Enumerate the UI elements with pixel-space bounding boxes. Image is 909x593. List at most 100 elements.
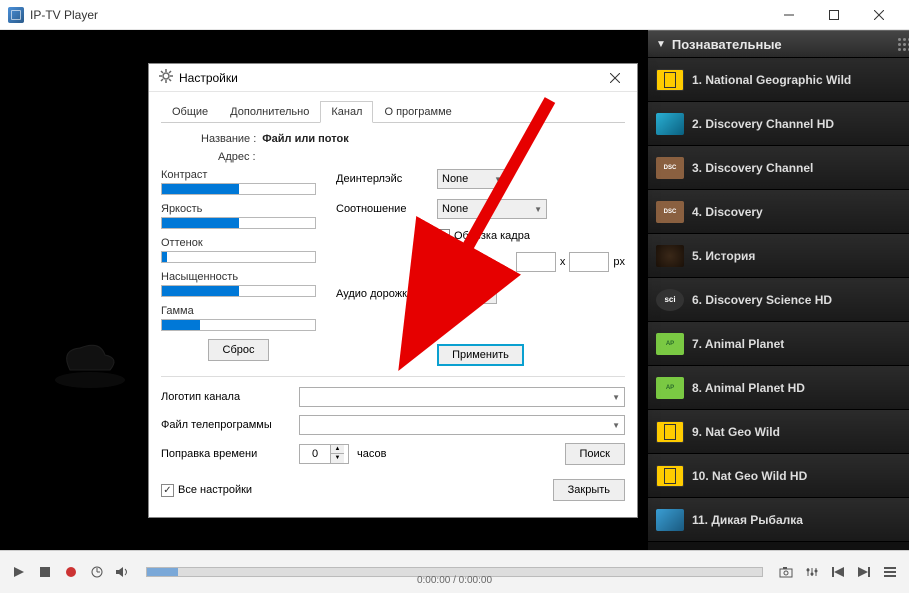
prev-button[interactable] <box>827 561 849 583</box>
spin-up[interactable]: ▲ <box>331 445 344 454</box>
channel-label: 9. Nat Geo Wild <box>692 425 780 439</box>
minimize-button[interactable] <box>766 0 811 30</box>
camera-icon <box>779 566 793 578</box>
settings2-button[interactable] <box>801 561 823 583</box>
channel-logo <box>656 509 684 531</box>
snapshot-button[interactable] <box>775 561 797 583</box>
search-button[interactable]: Поиск <box>565 443 625 465</box>
playback-controls: 0:00:00 / 0:00:00 <box>0 550 909 593</box>
channel-logo: AP <box>656 333 684 355</box>
stop-button[interactable] <box>34 561 56 583</box>
minimize-icon <box>784 10 794 20</box>
channel-item[interactable]: 10. Nat Geo Wild HD <box>648 454 909 498</box>
channel-logo: DSC <box>656 157 684 179</box>
channel-logo: sci <box>656 289 684 311</box>
channel-item[interactable]: 2. Discovery Channel HD <box>648 102 909 146</box>
hue-label: Оттенок <box>161 237 316 249</box>
channel-item[interactable]: AP8. Animal Planet HD <box>648 366 909 410</box>
prev-icon <box>832 567 844 577</box>
video-placeholder-icon <box>50 330 130 393</box>
logo-select[interactable]: ▼ <box>299 387 625 407</box>
close-button[interactable] <box>856 0 901 30</box>
channel-item[interactable]: 11. Дикая Рыбалка <box>648 498 909 542</box>
spin-down[interactable]: ▼ <box>331 454 344 463</box>
crop-checkbox[interactable]: Обрезка кадра <box>437 229 530 242</box>
all-settings-checkbox[interactable]: ✓ Все настройки <box>161 484 252 497</box>
ratio-label: Соотношение <box>336 203 431 215</box>
next-button[interactable] <box>853 561 875 583</box>
audio-track-select[interactable]: ▼ <box>437 284 497 304</box>
close-icon <box>610 73 620 83</box>
list-icon <box>884 567 896 577</box>
channel-logo <box>656 465 684 487</box>
crop-width-input[interactable] <box>516 252 556 272</box>
record-button[interactable] <box>60 561 82 583</box>
volume-button[interactable] <box>112 561 134 583</box>
tab-общие[interactable]: Общие <box>161 101 219 123</box>
audio-track-label: Аудио дорожка <box>336 288 431 300</box>
epg-label: Файл телепрограммы <box>161 419 291 431</box>
sidebar-header[interactable]: ▼ Познавательные <box>648 30 909 58</box>
maximize-button[interactable] <box>811 0 856 30</box>
address-label: Адрес : <box>218 151 256 163</box>
channel-list[interactable]: 1. National Geographic Wild 2. Discovery … <box>648 58 909 550</box>
channel-label: 10. Nat Geo Wild HD <box>692 469 807 483</box>
contrast-slider[interactable] <box>161 183 316 195</box>
brightness-slider[interactable] <box>161 217 316 229</box>
gamma-label: Гамма <box>161 305 316 317</box>
channel-item[interactable]: sci 6. Discovery Science HD <box>648 278 909 322</box>
channel-item[interactable]: DSC3. Discovery Channel <box>648 146 909 190</box>
deinterlace-label: Деинтерлэйс <box>336 173 431 185</box>
saturation-slider[interactable] <box>161 285 316 297</box>
channel-logo <box>656 69 684 91</box>
playlist-button[interactable] <box>879 561 901 583</box>
apply-button[interactable]: Применить <box>437 344 524 366</box>
channel-label: 11. Дикая Рыбалка <box>692 513 803 527</box>
close-dialog-button[interactable]: Закрыть <box>553 479 625 501</box>
contrast-label: Контраст <box>161 169 316 181</box>
dialog-close-button[interactable] <box>603 66 627 90</box>
channel-item[interactable]: 5. История <box>648 234 909 278</box>
play-button[interactable] <box>8 561 30 583</box>
name-label: Название : <box>201 133 256 145</box>
channel-label: 5. История <box>692 249 755 263</box>
channel-sidebar: ▼ Познавательные 1. National Geographic … <box>648 30 909 550</box>
channel-logo <box>656 113 684 135</box>
schedule-button[interactable] <box>86 561 108 583</box>
channel-item[interactable]: 1. National Geographic Wild <box>648 58 909 102</box>
tab-дополнительно[interactable]: Дополнительно <box>219 101 320 123</box>
channel-label: 6. Discovery Science HD <box>692 293 832 307</box>
crop-height-input[interactable] <box>569 252 609 272</box>
drag-handle-icon[interactable] <box>898 38 901 51</box>
dialog-tabs: ОбщиеДополнительноКаналО программе <box>161 100 625 123</box>
channel-label: 7. Animal Planet <box>692 337 784 351</box>
px-x: x <box>560 256 566 268</box>
channel-item[interactable]: DSC4. Discovery <box>648 190 909 234</box>
dialog-titlebar: Настройки <box>149 64 637 92</box>
channel-label: 4. Discovery <box>692 205 763 219</box>
tab-канал[interactable]: Канал <box>320 101 373 123</box>
time-offset-input[interactable] <box>300 448 330 460</box>
next-icon <box>858 567 870 577</box>
channel-item[interactable]: 9. Nat Geo Wild <box>648 410 909 454</box>
channel-item[interactable]: AP 7. Animal Planet <box>648 322 909 366</box>
epg-select[interactable]: ▼ <box>299 415 625 435</box>
dialog-title: Настройки <box>179 71 238 85</box>
gear-icon <box>159 69 173 86</box>
channel-label: 8. Animal Planet HD <box>692 381 805 395</box>
saturation-label: Насыщенность <box>161 271 316 283</box>
maximize-icon <box>829 10 839 20</box>
brightness-label: Яркость <box>161 203 316 215</box>
progress-fill <box>147 568 178 576</box>
window-buttons <box>766 0 901 30</box>
clock-icon <box>91 566 103 578</box>
tab-о программе[interactable]: О программе <box>373 101 462 123</box>
deinterlace-select[interactable]: None▼ <box>437 169 507 189</box>
time-offset-spinner[interactable]: ▲▼ <box>299 444 349 464</box>
channel-label: 2. Discovery Channel HD <box>692 117 834 131</box>
hue-slider[interactable] <box>161 251 316 263</box>
gamma-slider[interactable] <box>161 319 316 331</box>
ratio-select[interactable]: None▼ <box>437 199 547 219</box>
reset-button[interactable]: Сброс <box>208 339 270 361</box>
settings-dialog: Настройки ОбщиеДополнительноКаналО прогр… <box>148 63 638 518</box>
